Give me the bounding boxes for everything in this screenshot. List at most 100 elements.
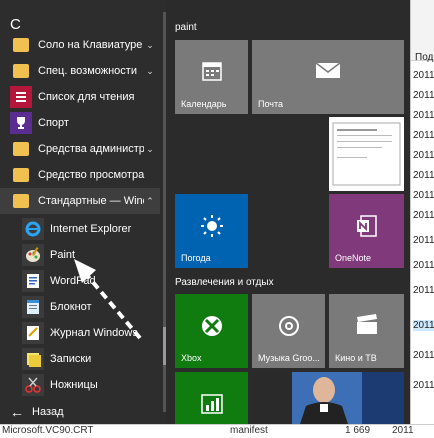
notepad-icon [22,296,44,318]
app-label: Средства администрир... [38,143,144,155]
app-item-internet-explorer[interactable]: Internet Explorer [0,216,160,242]
file-date[interactable]: 2011 [413,235,434,246]
tile-calendar[interactable]: Календарь [175,40,248,114]
file-date[interactable]: 2011 [413,130,434,141]
app-label: Ножницы [50,379,98,391]
app-item-solo-keyboard[interactable]: Соло на Клавиатуре 9.... ⌄ [0,32,160,58]
app-item-sport[interactable]: Спорт [0,110,160,136]
sun-icon [175,214,248,238]
app-label: Спец. возможности [38,65,137,77]
tile-xbox[interactable]: Xbox [175,294,248,368]
app-item-paint[interactable]: Paint [0,242,160,268]
chevron-down-icon[interactable]: ⌄ [144,40,156,51]
tile-onenote[interactable]: OneNote [329,194,404,268]
file-date[interactable]: 2011 [413,90,434,101]
tile-label: Почта [258,99,283,109]
background-window-bottom-row: Microsoft.VC90.CRT manifest 1 669 2011 [0,424,434,438]
trophy-icon [10,112,32,134]
mail-icon [252,60,404,80]
app-item-accessories-folder[interactable]: Стандартные — Windows ⌃ [0,188,160,214]
tile-document-preview[interactable] [329,117,404,191]
app-item-accessibility[interactable]: Спец. возможности ⌄ [0,58,160,84]
back-label: Назад [32,406,64,418]
paint-icon [22,244,44,266]
app-label: Стандартные — Windows [38,195,144,207]
file-date[interactable]: 2011 [413,170,434,181]
onenote-icon [329,214,404,238]
file-date-selected[interactable]: 2011 [413,320,434,331]
column-header[interactable]: Подн [415,52,434,63]
file-date[interactable]: 2011 [413,190,434,201]
app-label: Средство просмотра [38,169,145,181]
bar-chart-icon [175,394,248,414]
tile-groove-music[interactable]: Музыка Groo... [252,294,325,368]
clapperboard-icon [329,314,404,336]
chevron-up-icon[interactable]: ⌃ [144,196,156,207]
folder-icon [10,190,32,212]
file-date[interactable]: 2011 [413,260,434,271]
chevron-down-icon[interactable]: ⌄ [144,144,156,155]
tile-label: Xbox [181,353,202,363]
tile-label: Музыка Groo... [258,353,320,363]
file-date[interactable]: 2011 [413,110,434,121]
app-label: Internet Explorer [50,223,132,235]
app-item-sticky-notes[interactable]: Записки [0,346,160,372]
folder-icon [10,138,32,160]
calendar-icon [175,60,248,82]
journal-icon [22,322,44,344]
file-name[interactable]: Microsoft.VC90.CRT [2,425,94,436]
letter-group-header[interactable]: С [10,16,21,33]
app-item-snipping-tool[interactable]: Ножницы [0,372,160,398]
app-list: С Соло на Клавиатуре 9.... ⌄ Спец. возмо… [0,0,166,424]
app-item-wordpad[interactable]: WordPad [0,268,160,294]
app-label: Спорт [38,117,69,129]
app-label: Записки [50,353,92,365]
tile-group-label[interactable]: paint [175,22,197,33]
file-date[interactable]: 2011 [413,150,434,161]
tiles-panel: paint Календарь Почта Погода OneNote Раз… [166,0,410,424]
app-label: Соло на Клавиатуре 9.... [38,39,144,51]
ie-icon [22,218,44,240]
app-item-notepad[interactable]: Блокнот [0,294,160,320]
app-label: Блокнот [50,301,92,313]
file-date: 2011 [392,425,414,436]
scissors-icon [22,374,44,396]
folder-icon [10,164,32,186]
tile-label: Кино и ТВ [335,353,377,363]
sticky-notes-icon [22,348,44,370]
tile-news-photo[interactable] [252,372,404,424]
file-date[interactable]: 2011 [413,285,434,296]
file-date[interactable]: 2011 [413,350,434,361]
app-label: Paint [50,249,76,261]
news-photo-image [252,372,404,424]
tile-mail[interactable]: Почта [252,40,404,114]
background-explorer-window: Подн 2011 2011 2011 2011 2011 2011 2011 … [410,0,434,437]
file-date[interactable]: 2011 [413,210,434,221]
app-item-viewer[interactable]: Средство просмотра [0,162,160,188]
app-item-reading-list[interactable]: Список для чтения [0,84,160,110]
file-date[interactable]: 2011 [413,70,434,81]
tile-label: OneNote [335,253,372,263]
app-item-admin-tools[interactable]: Средства администрир... ⌄ [0,136,160,162]
arrow-left-icon: ← [10,404,24,420]
app-label: Список для чтения [38,91,135,103]
wordpad-icon [22,270,44,292]
file-size: 1 669 [345,425,371,436]
app-item-windows-journal[interactable]: Журнал Windows [0,320,160,346]
tile-label: Календарь [181,99,227,109]
tile-weather[interactable]: Погода [175,194,248,268]
reading-list-icon [10,86,32,108]
file-type: manifest [230,425,268,436]
back-button[interactable]: ← Назад [10,402,64,422]
file-date[interactable]: 2011 [413,380,434,391]
folder-icon [10,34,32,56]
tile-money[interactable] [175,372,248,424]
chevron-down-icon[interactable]: ⌄ [144,66,156,77]
xbox-icon [175,314,248,338]
tile-movies-tv[interactable]: Кино и ТВ [329,294,404,368]
music-disc-icon [252,314,325,338]
app-label: Журнал Windows [50,327,138,339]
tile-group-label[interactable]: Развлечения и отдых [175,277,274,288]
start-menu: С Соло на Клавиатуре 9.... ⌄ Спец. возмо… [0,0,410,424]
app-label: WordPad [50,275,96,287]
